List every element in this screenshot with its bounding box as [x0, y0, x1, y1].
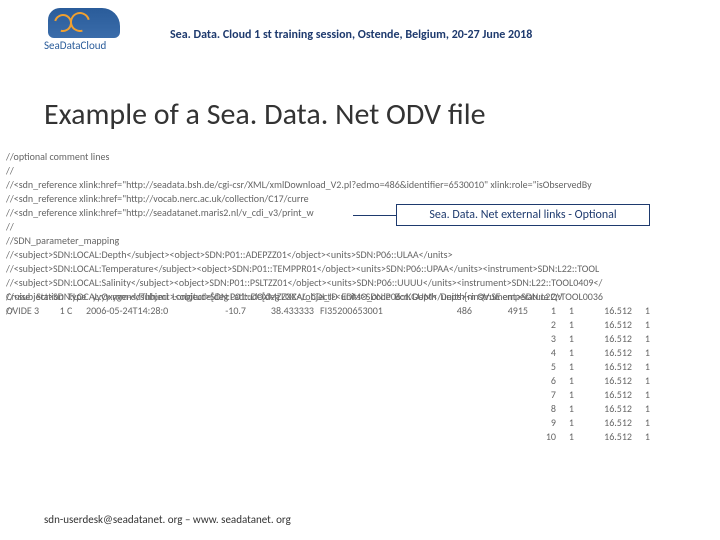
- file-line: //<subject>SDN:LOCAL:Temperature</subjec…: [6, 262, 718, 276]
- table-row: 9116.5121: [6, 416, 718, 429]
- file-line: //SDN_parameter_mapping: [6, 234, 718, 248]
- table-row: 3116.5121: [6, 332, 718, 345]
- footer-contact: sdn-userdesk@seadatanet. org – www. sead…: [44, 513, 291, 526]
- session-header: Sea. Data. Cloud 1 st training session, …: [170, 28, 532, 42]
- slide-title: Example of a Sea. Data. Net ODV file: [44, 96, 486, 133]
- table-row: 10116.5121: [6, 430, 718, 443]
- callout-box: Sea. Data. Net external links - Optional: [396, 204, 650, 226]
- table-header: Cruise Station Type yyyy-mm-ddThh:mi Lon…: [6, 290, 718, 303]
- callout-label: Sea. Data. Net external links - Optional: [429, 208, 616, 222]
- logo: SeaDataCloud: [44, 8, 124, 58]
- file-line: //: [6, 164, 718, 178]
- logo-text: SeaDataCloud: [44, 39, 124, 52]
- file-line: //<sdn_reference xlink:href="http://sead…: [6, 178, 718, 192]
- table-row: 4116.5121: [6, 346, 718, 359]
- table-row: 5116.5121: [6, 360, 718, 373]
- table-row: 7116.5121: [6, 388, 718, 401]
- table-row: OVIDE 31 C2006-05-24T14:28:0-10.738.4333…: [6, 304, 718, 317]
- table-row: 6116.5121: [6, 374, 718, 387]
- cloud-icon: [48, 8, 120, 38]
- file-line: //<subject>SDN:LOCAL:Depth</subject><obj…: [6, 248, 718, 262]
- file-line: //<subject>SDN:LOCAL:Salinity</subject><…: [6, 276, 718, 290]
- file-line: //optional comment lines: [6, 150, 718, 164]
- table-row: 2116.5121: [6, 318, 718, 331]
- table-row: 8116.5121: [6, 402, 718, 415]
